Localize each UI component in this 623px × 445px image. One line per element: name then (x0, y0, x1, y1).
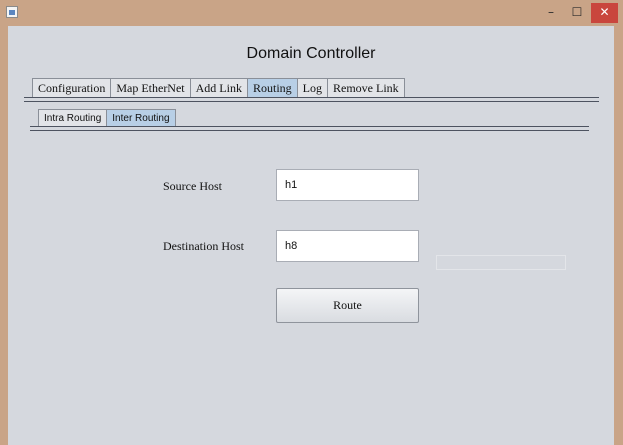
client-area: Domain Controller Configuration Map Ethe… (8, 26, 614, 445)
minimize-button[interactable]: – (538, 3, 564, 23)
destination-host-label: Destination Host (163, 239, 244, 253)
destination-host-input[interactable]: h8 (276, 230, 419, 262)
routing-subtabs: Intra Routing Inter Routing (38, 109, 176, 127)
faint-overlay-box (436, 255, 566, 270)
java-app-icon[interactable] (6, 6, 18, 18)
maximize-button[interactable]: ☐ (564, 3, 590, 23)
main-tabs: Configuration Map EtherNet Add Link Rout… (32, 78, 405, 98)
subtab-inter-routing[interactable]: Inter Routing (106, 109, 176, 126)
source-host-label: Source Host (163, 179, 222, 193)
tab-routing[interactable]: Routing (246, 78, 298, 97)
tab-add-link[interactable]: Add Link (189, 78, 248, 97)
source-host-input[interactable]: h1 (276, 169, 419, 201)
close-button[interactable]: ✕ (591, 3, 618, 23)
tab-remove-link[interactable]: Remove Link (327, 78, 405, 97)
route-button[interactable]: Route (276, 288, 419, 323)
tab-map-ethernet[interactable]: Map EtherNet (110, 78, 191, 97)
subtab-divider (30, 126, 589, 131)
app-title: Domain Controller (246, 45, 376, 62)
app-window: – ☐ ✕ Domain Controller Configuration Ma… (0, 0, 623, 445)
tab-configuration[interactable]: Configuration (32, 78, 112, 97)
subtab-intra-routing[interactable]: Intra Routing (38, 109, 108, 126)
title-bar[interactable]: – ☐ ✕ (0, 0, 623, 26)
tab-log[interactable]: Log (296, 78, 328, 97)
tab-divider (24, 97, 599, 102)
